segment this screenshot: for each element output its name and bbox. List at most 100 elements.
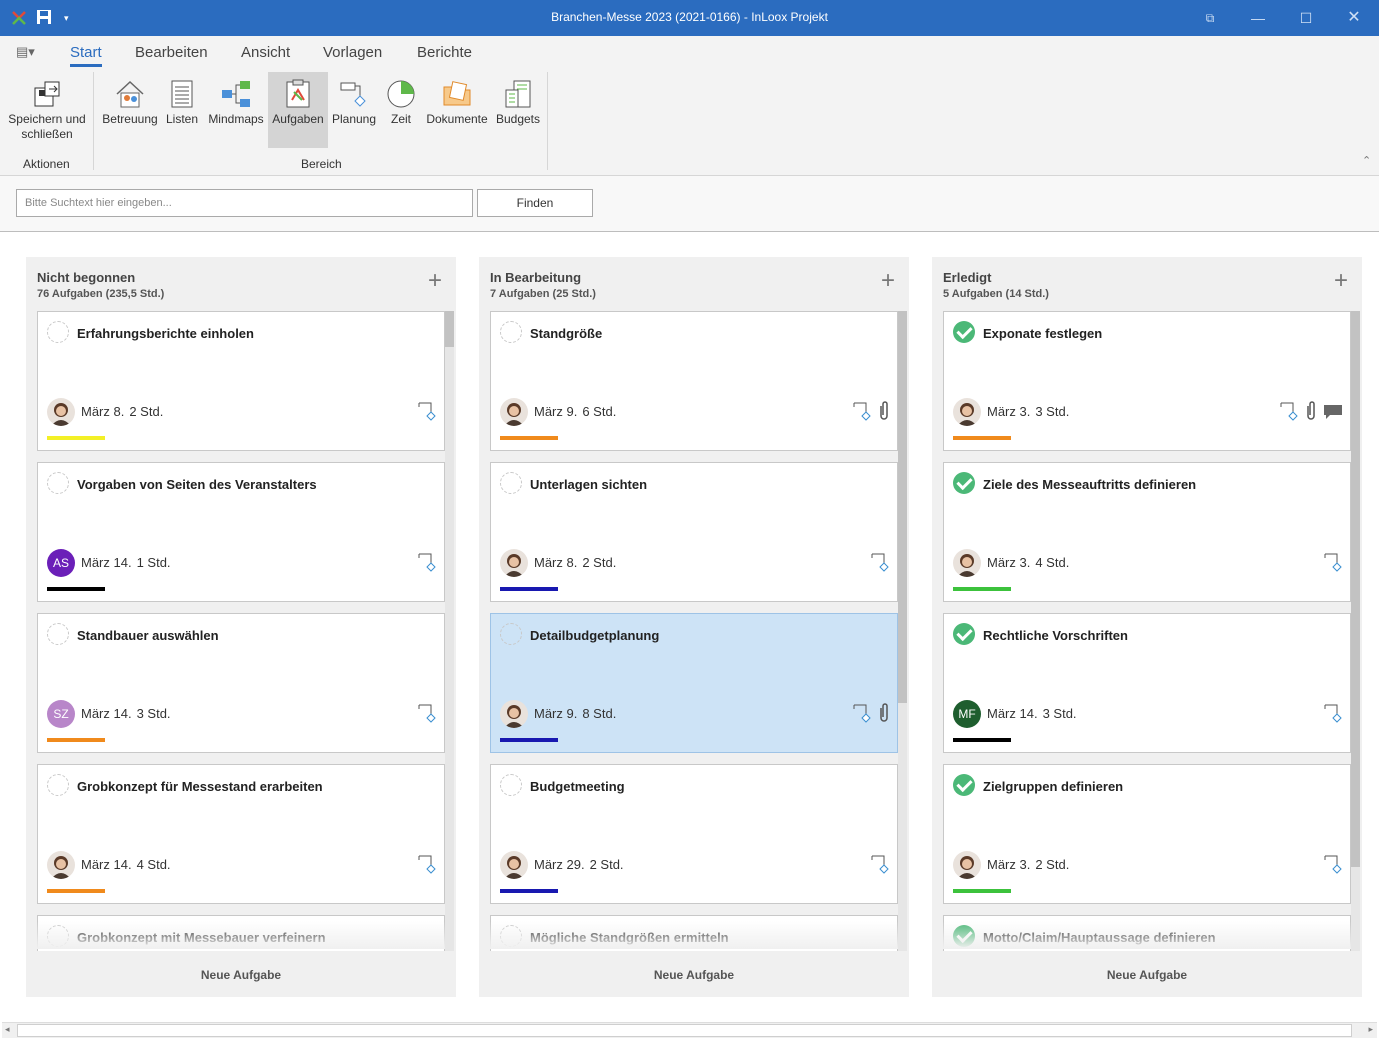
- planning-icon[interactable]: [851, 400, 873, 425]
- task-icons: [412, 551, 438, 573]
- horizontal-scrollbar[interactable]: ◂ ▸: [2, 1022, 1377, 1038]
- ribbon-dokumente-button[interactable]: Dokumente: [424, 72, 490, 148]
- scroll-thumb[interactable]: [898, 311, 907, 703]
- task-card[interactable]: Budgetmeeting März 29. 2 Std.: [490, 764, 898, 904]
- menu-start[interactable]: Start: [70, 44, 102, 67]
- category-bar: [47, 889, 105, 893]
- vertical-scrollbar[interactable]: [898, 311, 907, 951]
- planning-icon[interactable]: [416, 853, 438, 878]
- task-card[interactable]: Ziele des Messeauftritts definieren März …: [943, 462, 1351, 602]
- ribbon-listen-button[interactable]: Listen: [163, 72, 201, 148]
- task-card[interactable]: Rechtliche Vorschriften MF März 14. 3 Std.: [943, 613, 1351, 753]
- tasks-icon: [286, 79, 310, 108]
- save-and-close-button[interactable]: Speichern und schließen: [4, 72, 90, 148]
- scroll-thumb[interactable]: [1351, 311, 1360, 867]
- menu-ansicht[interactable]: Ansicht: [241, 44, 290, 61]
- category-bar: [500, 436, 558, 440]
- status-circle-icon[interactable]: [47, 321, 69, 343]
- task-card[interactable]: Unterlagen sichten März 8. 2 Std.: [490, 462, 898, 602]
- ribbon-listen-label: Listen: [165, 112, 199, 126]
- scroll-thumb[interactable]: [445, 311, 454, 347]
- task-card[interactable]: Detailbudgetplanung März 9. 8 Std.: [490, 613, 898, 753]
- scroll-left-icon[interactable]: ◂: [5, 1024, 10, 1035]
- task-icons: [412, 702, 438, 724]
- ribbon-zeit-button[interactable]: Zeit: [383, 72, 419, 148]
- planning-icon[interactable]: [416, 702, 438, 727]
- new-task-button[interactable]: Neue Aufgabe: [932, 968, 1362, 982]
- ribbon-betreuung-button[interactable]: Betreuung: [100, 72, 160, 148]
- menu-vorlagen[interactable]: Vorlagen: [323, 44, 382, 61]
- planning-icon[interactable]: [416, 400, 438, 425]
- category-bar: [953, 889, 1011, 893]
- task-date-hours: März 14. 3 Std.: [81, 706, 171, 721]
- find-button[interactable]: Finden: [477, 189, 593, 217]
- completed-check-icon[interactable]: [953, 472, 975, 494]
- status-circle-icon[interactable]: [47, 623, 69, 645]
- horizontal-scroll-thumb[interactable]: [17, 1024, 1352, 1037]
- task-card[interactable]: Exponate festlegen März 3. 3 Std.: [943, 311, 1351, 451]
- task-card[interactable]: Standbauer auswählen SZ März 14. 3 Std.: [37, 613, 445, 753]
- new-task-button[interactable]: Neue Aufgabe: [479, 968, 909, 982]
- ribbon-budgets-label: Budgets: [495, 112, 541, 126]
- task-card[interactable]: Erfahrungsberichte einholen März 8. 2 Std.: [37, 311, 445, 451]
- status-circle-icon[interactable]: [47, 774, 69, 796]
- vertical-scrollbar[interactable]: [1351, 311, 1360, 951]
- attachment-icon[interactable]: [1304, 400, 1318, 425]
- attachment-icon[interactable]: [877, 702, 891, 727]
- status-circle-icon[interactable]: [500, 623, 522, 645]
- plus-icon[interactable]: +: [881, 269, 895, 293]
- task-card[interactable]: Grobkonzept für Messestand erarbeiten Mär…: [37, 764, 445, 904]
- ribbon-aufgaben-label: Aufgaben: [272, 112, 324, 126]
- task-date-hours: März 29. 2 Std.: [534, 857, 624, 872]
- avatar: [953, 851, 981, 879]
- scroll-right-icon[interactable]: ▸: [1368, 1024, 1373, 1035]
- restore-layout-icon[interactable]: ⧉: [1186, 0, 1234, 36]
- status-circle-icon[interactable]: [47, 472, 69, 494]
- comment-icon[interactable]: [1322, 400, 1344, 425]
- status-circle-icon[interactable]: [500, 321, 522, 343]
- avatar: [47, 851, 75, 879]
- vertical-scrollbar[interactable]: [445, 311, 454, 951]
- planning-icon[interactable]: [851, 702, 873, 727]
- completed-check-icon[interactable]: [953, 321, 975, 343]
- close-button[interactable]: ✕: [1330, 0, 1378, 36]
- folder-icon: [443, 81, 471, 106]
- collapse-ribbon-icon[interactable]: ⌃: [1362, 154, 1371, 167]
- ribbon-mindmaps-label: Mindmaps: [208, 112, 264, 126]
- new-task-button[interactable]: Neue Aufgabe: [26, 968, 456, 982]
- minimize-button[interactable]: —: [1234, 0, 1282, 36]
- planning-icon[interactable]: [1322, 702, 1344, 727]
- planning-icon[interactable]: [416, 551, 438, 576]
- planning-icon[interactable]: [869, 551, 891, 576]
- ribbon-budgets-button[interactable]: Budgets: [494, 72, 542, 148]
- plus-icon[interactable]: +: [1334, 269, 1348, 293]
- planning-icon[interactable]: [869, 853, 891, 878]
- planning-icon: [340, 82, 366, 107]
- list-fade-overlay: [932, 921, 1362, 949]
- planning-icon[interactable]: [1322, 551, 1344, 576]
- status-circle-icon[interactable]: [500, 774, 522, 796]
- task-icons: [847, 702, 891, 724]
- file-menu-icon[interactable]: ▤▾: [16, 44, 35, 60]
- completed-check-icon[interactable]: [953, 774, 975, 796]
- search-input[interactable]: [16, 189, 473, 217]
- attachment-icon[interactable]: [877, 400, 891, 425]
- task-card[interactable]: Zielgruppen definieren März 3. 2 Std.: [943, 764, 1351, 904]
- planning-icon[interactable]: [1322, 853, 1344, 878]
- category-bar: [47, 738, 105, 742]
- task-hours: 1 Std.: [136, 555, 171, 570]
- ribbon-aufgaben-button[interactable]: Aufgaben: [268, 72, 328, 148]
- task-card[interactable]: Standgröße März 9. 6 Std.: [490, 311, 898, 451]
- menu-bearbeiten[interactable]: Bearbeiten: [135, 44, 208, 61]
- plus-icon[interactable]: +: [428, 269, 442, 293]
- menu-berichte[interactable]: Berichte: [417, 44, 472, 61]
- ribbon-planung-button[interactable]: Planung: [330, 72, 378, 148]
- maximize-button[interactable]: ☐: [1282, 0, 1330, 36]
- task-card[interactable]: Vorgaben von Seiten des Veranstalters AS M…: [37, 462, 445, 602]
- ribbon-betreuung-label: Betreuung: [102, 112, 158, 126]
- completed-check-icon[interactable]: [953, 623, 975, 645]
- task-date-hours: März 3. 2 Std.: [987, 857, 1069, 872]
- planning-icon[interactable]: [1278, 400, 1300, 425]
- status-circle-icon[interactable]: [500, 472, 522, 494]
- ribbon-mindmaps-button[interactable]: Mindmaps: [204, 72, 268, 148]
